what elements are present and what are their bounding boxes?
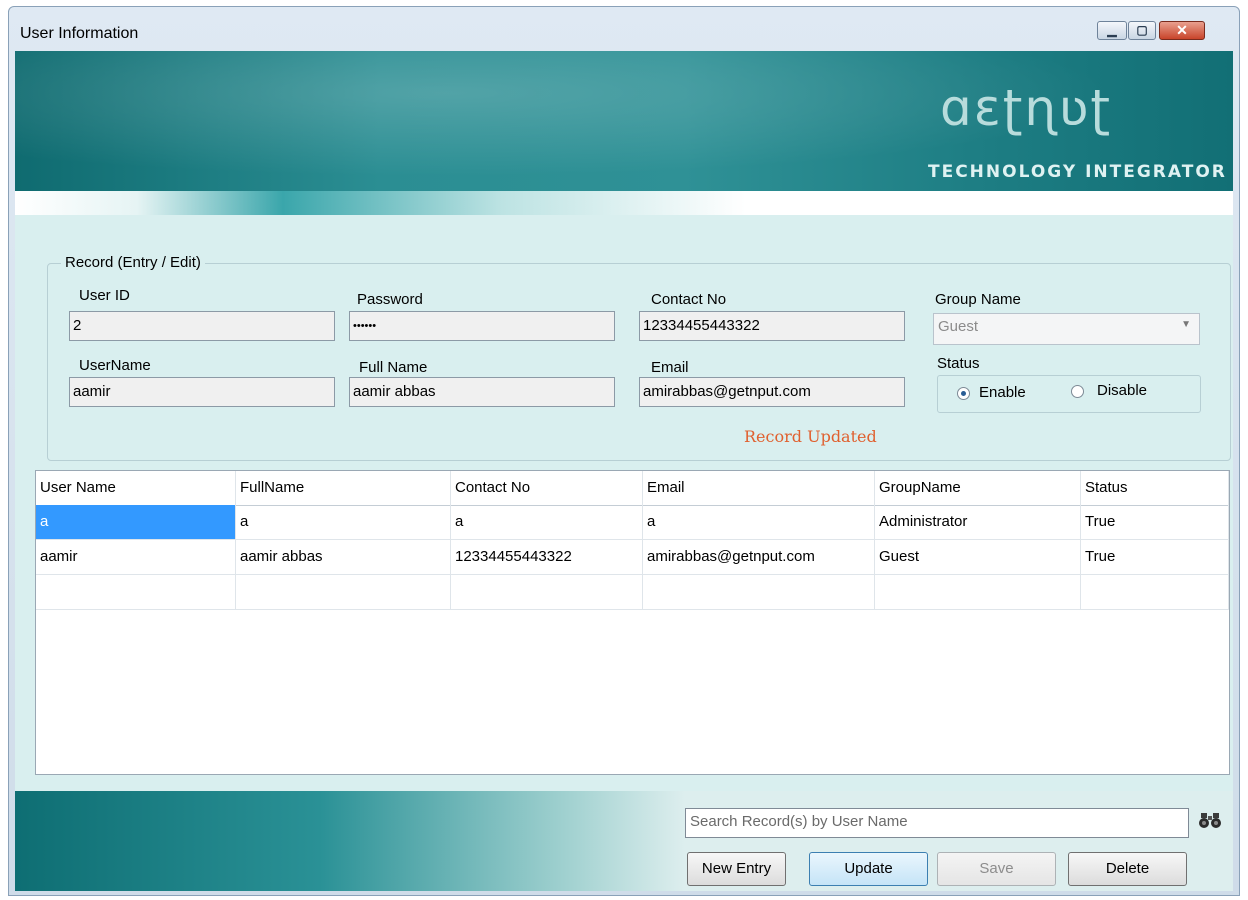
record-groupbox <box>47 263 1231 461</box>
maximize-button[interactable]: ▢ <box>1128 21 1156 40</box>
status-message: Record Updated <box>744 427 877 446</box>
window-title: User Information <box>20 25 139 42</box>
minimize-icon: ▁ <box>1107 23 1117 37</box>
users-datagrid[interactable]: User Name FullName Contact No Email Grou… <box>35 470 1230 775</box>
status-enable-radio[interactable] <box>957 387 970 400</box>
column-header-status[interactable]: Status <box>1081 471 1229 505</box>
email-field[interactable]: amirabbas@getnput.com <box>639 377 905 407</box>
table-row[interactable]: a a a a Administrator True <box>36 505 1229 540</box>
table-cell[interactable] <box>643 575 875 609</box>
logo-mark: ɑɛʈɳʋʈ <box>940 79 1112 137</box>
table-cell[interactable] <box>451 575 643 609</box>
user-information-window: User Information ▁ ▢ ✕ ɑɛʈɳʋʈ TECHNOLOGY… <box>8 6 1240 896</box>
status-label: Status <box>937 355 980 372</box>
chevron-down-icon: ▼ <box>1181 319 1191 330</box>
banner-stripe <box>15 191 1233 215</box>
column-header-groupname[interactable]: GroupName <box>875 471 1081 505</box>
username-label: UserName <box>79 357 151 374</box>
column-header-user-name[interactable]: User Name <box>36 471 236 505</box>
password-field[interactable]: •••••• <box>349 311 615 341</box>
table-cell[interactable]: aamir abbas <box>236 540 451 574</box>
table-cell[interactable] <box>875 575 1081 609</box>
record-group-label: Record (Entry / Edit) <box>61 254 205 271</box>
table-cell[interactable]: a <box>643 505 875 539</box>
header-banner: ɑɛʈɳʋʈ TECHNOLOGY INTEGRATOR <box>15 51 1233 191</box>
new-entry-button[interactable]: New Entry <box>687 852 786 886</box>
contact-no-label: Contact No <box>651 291 727 308</box>
table-cell[interactable]: aamir <box>36 540 236 574</box>
maximize-icon: ▢ <box>1136 23 1148 37</box>
minimize-button[interactable]: ▁ <box>1097 21 1127 40</box>
table-cell[interactable]: Guest <box>875 540 1081 574</box>
status-disable-label[interactable]: Disable <box>1097 382 1147 399</box>
table-cell[interactable]: a <box>451 505 643 539</box>
table-cell[interactable]: amirabbas@getnput.com <box>643 540 875 574</box>
status-radio-group <box>937 375 1201 413</box>
contact-no-field[interactable]: 12334455443322 <box>639 311 905 341</box>
grid-header: User Name FullName Contact No Email Grou… <box>36 471 1229 506</box>
title-bar[interactable]: User Information ▁ ▢ ✕ <box>9 7 1239 51</box>
search-input[interactable]: Search Record(s) by User Name <box>685 808 1189 838</box>
table-cell[interactable]: True <box>1081 505 1229 539</box>
username-field[interactable]: aamir <box>69 377 335 407</box>
table-cell[interactable]: a <box>236 505 451 539</box>
save-button[interactable]: Save <box>937 852 1056 886</box>
table-cell[interactable]: 12334455443322 <box>451 540 643 574</box>
close-button[interactable]: ✕ <box>1159 21 1205 40</box>
status-disable-radio[interactable] <box>1071 385 1084 398</box>
column-header-email[interactable]: Email <box>643 471 875 505</box>
full-name-label: Full Name <box>359 359 428 376</box>
email-label: Email <box>651 359 689 376</box>
close-icon: ✕ <box>1176 22 1188 38</box>
group-name-label: Group Name <box>935 291 1021 308</box>
group-name-value: Guest <box>938 318 979 335</box>
column-header-contact-no[interactable]: Contact No <box>451 471 643 505</box>
group-name-dropdown[interactable]: Guest ▼ <box>933 313 1200 345</box>
table-row[interactable]: aamir aamir abbas 12334455443322 amirabb… <box>36 540 1229 575</box>
table-cell[interactable]: a <box>36 505 236 539</box>
company-logo: ɑɛʈɳʋʈ TECHNOLOGY INTEGRATOR <box>920 79 1230 189</box>
table-cell[interactable] <box>1081 575 1229 609</box>
password-label: Password <box>357 291 423 308</box>
table-cell[interactable] <box>36 575 236 609</box>
table-cell[interactable] <box>236 575 451 609</box>
table-row-new[interactable] <box>36 575 1229 610</box>
client-area: ɑɛʈɳʋʈ TECHNOLOGY INTEGRATOR Record (Ent… <box>15 51 1233 891</box>
table-cell[interactable]: True <box>1081 540 1229 574</box>
logo-tagline: TECHNOLOGY INTEGRATOR <box>928 162 1227 182</box>
user-id-field[interactable]: 2 <box>69 311 335 341</box>
table-cell[interactable]: Administrator <box>875 505 1081 539</box>
delete-button[interactable]: Delete <box>1068 852 1187 886</box>
user-id-label: User ID <box>79 287 130 304</box>
update-button[interactable]: Update <box>809 852 928 886</box>
column-header-fullname[interactable]: FullName <box>236 471 451 505</box>
full-name-field[interactable]: aamir abbas <box>349 377 615 407</box>
binoculars-icon[interactable] <box>1199 809 1221 831</box>
status-enable-label[interactable]: Enable <box>979 384 1026 401</box>
